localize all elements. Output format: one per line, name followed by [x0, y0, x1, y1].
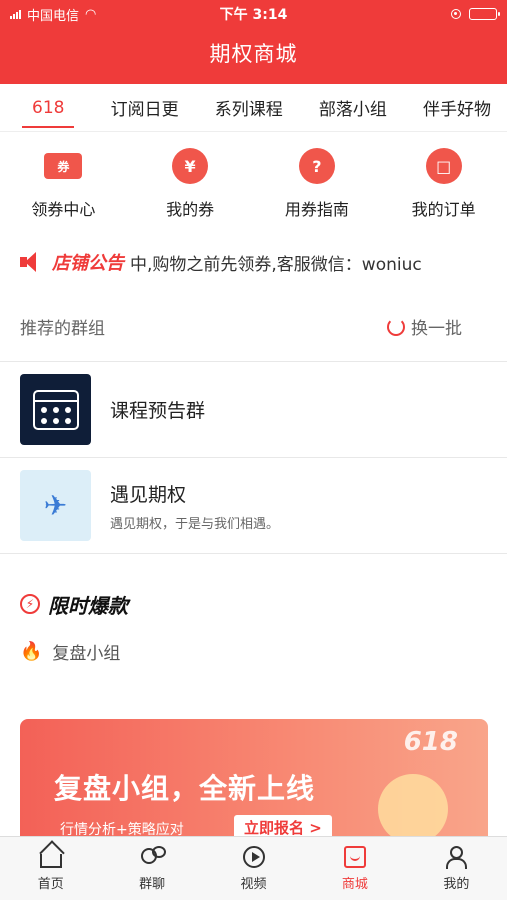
- coupon-center-button[interactable]: 券 领券中心: [8, 148, 118, 232]
- my-orders-label: 我的订单: [411, 200, 476, 219]
- category-tabs: 618 订阅日更 系列课程 部落小组 伴手好物: [0, 84, 507, 132]
- tabbar-home-label: 首页: [37, 876, 64, 892]
- user-icon: [445, 845, 468, 869]
- group-avatar: [20, 374, 91, 445]
- tabbar-group-chat-label: 群聊: [139, 876, 166, 892]
- refresh-button[interactable]: 换一批: [387, 314, 462, 339]
- store-notice[interactable]: 店铺公告 中,购物之前先领券,客服微信：woniuc: [0, 232, 507, 292]
- tabbar-shop-label: 商城: [341, 876, 368, 892]
- tabbar-home[interactable]: 首页: [0, 837, 101, 900]
- group-chat-icon: [141, 845, 167, 868]
- tabbar-video[interactable]: 视频: [203, 837, 304, 900]
- battery-icon: [469, 8, 500, 20]
- my-orders-button[interactable]: □ 我的订单: [389, 148, 499, 232]
- airplane-icon: ✈: [43, 489, 68, 522]
- tab-subscription[interactable]: 订阅日更: [111, 85, 179, 130]
- my-coupon-icon: ¥: [172, 148, 209, 184]
- tab-618[interactable]: 618: [22, 88, 75, 128]
- tabbar-me[interactable]: 我的: [406, 837, 507, 900]
- quick-links: 券 领券中心 ¥ 我的券 ? 用券指南 □ 我的订单: [0, 132, 507, 232]
- group-name: 课程预告群: [110, 400, 206, 422]
- decorative-plate-image: [378, 774, 448, 844]
- tab-gifts[interactable]: 伴手好物: [423, 85, 491, 130]
- group-name: 遇见期权: [110, 483, 187, 506]
- calendar-icon: [32, 389, 79, 430]
- my-coupon-label: 我的券: [166, 200, 215, 219]
- home-icon: [39, 853, 62, 868]
- promo-banner[interactable]: 618 复盘小组，全新上线 行情分析+策略应对 立即报名 >: [20, 719, 488, 849]
- orientation-lock-icon: [451, 9, 461, 19]
- review-group-header: 🔥 复盘小组: [0, 634, 507, 668]
- group-item[interactable]: 课程预告群: [0, 362, 507, 458]
- shop-icon: [343, 845, 366, 868]
- fire-icon: 🔥: [20, 640, 43, 662]
- flash-sale-title: 限时爆款: [48, 593, 128, 618]
- my-coupon-button[interactable]: ¥ 我的券: [135, 148, 245, 232]
- app-header: 中国电信 ◠ 下午 3:14 期权商城: [0, 0, 507, 84]
- wifi-icon: ◠: [85, 6, 97, 22]
- bottom-tab-bar: 首页 群聊 视频 商城 我的: [0, 836, 507, 900]
- banner-headline: 复盘小组，全新上线: [54, 772, 316, 805]
- lightning-icon: ⚡: [20, 594, 40, 614]
- notice-title: 店铺公告: [52, 253, 124, 274]
- tabbar-me-label: 我的: [443, 876, 470, 892]
- tabbar-group-chat[interactable]: 群聊: [101, 837, 202, 900]
- group-description: 遇见期权，于是与我们相遇。: [110, 516, 280, 532]
- video-icon: [242, 845, 265, 868]
- carrier-label: 中国电信: [27, 8, 80, 24]
- coupon-guide-button[interactable]: ? 用券指南: [262, 148, 372, 232]
- speaker-icon: [20, 252, 44, 272]
- review-group-title: 复盘小组: [52, 643, 121, 664]
- banner-badge: 618: [403, 727, 458, 757]
- coupon-center-label: 领券中心: [31, 200, 96, 219]
- flash-sale-header: ⚡ 限时爆款: [0, 554, 507, 634]
- group-item[interactable]: ✈ 遇见期权 遇见期权，于是与我们相遇。: [0, 458, 507, 554]
- signal-icon: [10, 9, 21, 19]
- group-avatar: ✈: [20, 470, 91, 541]
- tabbar-shop[interactable]: 商城: [304, 837, 405, 900]
- tab-tribe-groups[interactable]: 部落小组: [319, 85, 387, 130]
- guide-icon: ?: [298, 148, 335, 184]
- status-bar: 中国电信 ◠ 下午 3:14: [0, 0, 507, 28]
- tabbar-video-label: 视频: [240, 876, 267, 892]
- tab-series-courses[interactable]: 系列课程: [215, 85, 283, 130]
- order-icon: □: [425, 148, 462, 184]
- coupon-center-icon: 券: [44, 153, 83, 179]
- notice-text: 中,购物之前先领券,客服微信：woniuc: [130, 254, 422, 275]
- page-title: 期权商城: [209, 42, 298, 66]
- refresh-icon: [387, 317, 405, 336]
- recommended-groups-title: 推荐的群组: [20, 319, 105, 339]
- coupon-guide-label: 用券指南: [284, 200, 349, 219]
- refresh-label: 换一批: [411, 319, 462, 339]
- recommended-groups-header: 推荐的群组 换一批: [0, 292, 507, 362]
